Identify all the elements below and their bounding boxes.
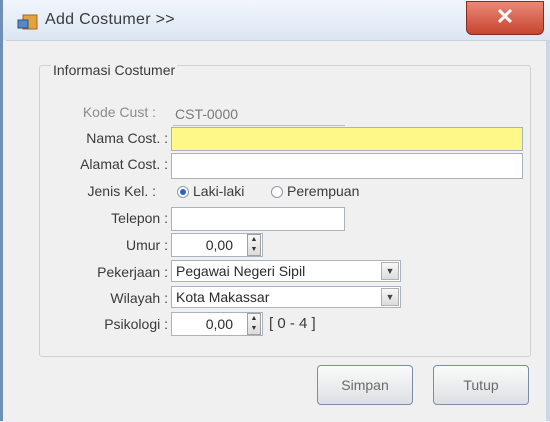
alamat-label: Alamat Cost. : [80, 156, 168, 172]
jenis-label: Jenis Kel. : [87, 183, 156, 199]
group-title: Informasi Costumer [51, 62, 178, 78]
umur-label: Umur : [126, 237, 168, 253]
psikologi-range: [ 0 - 4 ] [269, 315, 316, 332]
wilayah-value: Kota Makassar [176, 289, 270, 305]
radio-laki-laki[interactable] [177, 186, 189, 198]
wilayah-select[interactable]: Kota Makassar ▼ [171, 286, 401, 308]
radio-laki-laki-label[interactable]: Laki-laki [193, 183, 244, 199]
telepon-input[interactable] [171, 207, 345, 231]
chevron-down-icon[interactable]: ▼ [381, 288, 399, 306]
kode-underline [173, 125, 345, 126]
kode-value: CST-0000 [175, 106, 239, 122]
kode-label: Kode Cust : [82, 104, 156, 120]
psikologi-label: Psikologi : [104, 316, 168, 332]
umur-spin-button[interactable]: ▲ ▼ [247, 234, 261, 256]
radio-perempuan[interactable] [271, 186, 283, 198]
telepon-label: Telepon : [111, 210, 168, 226]
pekerjaan-label: Pekerjaan : [97, 264, 168, 280]
simpan-button[interactable]: Simpan [317, 365, 413, 405]
pekerjaan-value: Pegawai Negeri Sipil [176, 263, 306, 279]
radio-perempuan-label[interactable]: Perempuan [287, 183, 359, 199]
dialog-window: Add Costumer >> ✕ Informasi Costumer Kod… [0, 0, 550, 422]
tutup-button[interactable]: Tutup [433, 365, 529, 405]
close-button[interactable]: ✕ [466, 1, 544, 35]
umur-value: 0,00 [205, 237, 233, 253]
nama-label: Nama Cost. : [86, 130, 168, 146]
nama-input[interactable] [171, 127, 523, 151]
app-icon [17, 14, 38, 30]
psikologi-value: 0,00 [205, 316, 233, 332]
wilayah-label: Wilayah : [110, 290, 168, 306]
psikologi-spin-button[interactable]: ▲ ▼ [247, 313, 261, 335]
pekerjaan-select[interactable]: Pegawai Negeri Sipil ▼ [171, 260, 401, 282]
window-title: Add Costumer >> [45, 11, 175, 28]
title-bar[interactable]: Add Costumer >> ✕ [3, 0, 550, 40]
chevron-down-icon[interactable]: ▼ [381, 262, 399, 280]
alamat-input[interactable] [171, 153, 523, 179]
